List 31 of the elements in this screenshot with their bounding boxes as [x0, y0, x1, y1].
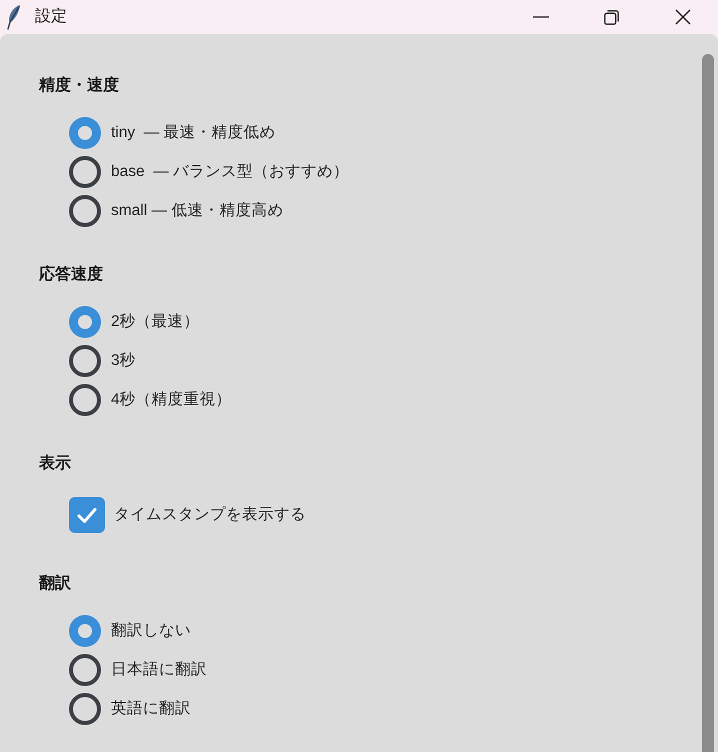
option-label: base — バランス型（おすすめ） — [111, 162, 350, 182]
option-label: 英語に翻訳 — [111, 698, 191, 718]
restore-icon — [604, 10, 619, 24]
radio-button[interactable] — [69, 344, 101, 376]
feather-icon — [6, 4, 22, 30]
option-label: 4秒（精度重視） — [111, 390, 232, 410]
option-label: tiny — 最速・精度低め — [111, 122, 276, 142]
section-heading: 翻訳 — [39, 574, 71, 594]
section-heading: 応答速度 — [39, 264, 103, 285]
close-icon — [674, 9, 690, 25]
option-label: タイムスタンプを表示する — [114, 505, 306, 525]
section-heading: 精度・速度 — [39, 75, 119, 96]
radio-button[interactable] — [69, 194, 101, 226]
section-heading: 表示 — [39, 454, 71, 474]
radio-button[interactable] — [69, 692, 101, 724]
option-label: 日本語に翻訳 — [111, 660, 207, 680]
radio-button[interactable] — [69, 614, 101, 646]
radio-button[interactable] — [69, 116, 101, 148]
option-label: small — 低速・精度高め — [111, 200, 284, 220]
window-title: 設定 — [35, 6, 67, 27]
checkmark-icon — [77, 506, 97, 524]
minimize-icon — [532, 16, 548, 18]
option-label: 3秒 — [111, 350, 136, 370]
radio-button[interactable] — [69, 306, 101, 338]
option-label: 2秒（最速） — [111, 312, 200, 332]
radio-button[interactable] — [69, 654, 101, 686]
scrollbar-thumb[interactable] — [702, 54, 714, 752]
radio-button[interactable] — [69, 384, 101, 416]
checkbox[interactable] — [69, 497, 105, 533]
option-label: 翻訳しない — [111, 620, 191, 640]
radio-button[interactable] — [69, 156, 101, 188]
